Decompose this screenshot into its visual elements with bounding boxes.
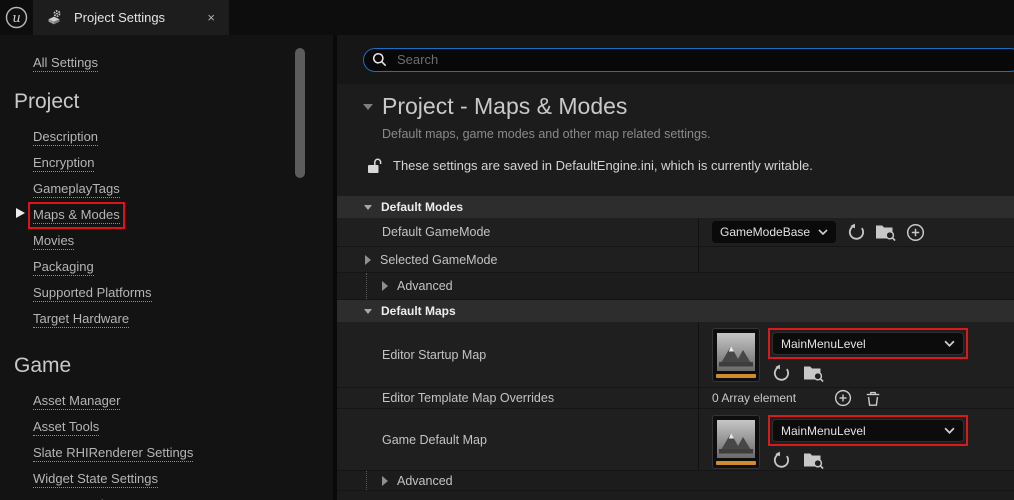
sidebar-item-gameplaytags[interactable]: GameplayTags [33, 180, 333, 206]
page-header: Project - Maps & Modes Default maps, gam… [337, 84, 1014, 196]
svg-text:u: u [12, 11, 20, 26]
details-panel: Project - Maps & Modes Default maps, gam… [337, 84, 1014, 500]
title-bar: u Project Settings × [0, 0, 1014, 35]
editor-startup-map-dropdown[interactable]: MainMenuLevel [772, 332, 964, 355]
sidebar-item-asset-manager[interactable]: Asset Manager [33, 392, 333, 418]
editor-startup-map-label: Editor Startup Map [382, 347, 487, 362]
sidebar-item-slate-rhirenderer-settings[interactable]: Slate RHIRenderer Settings [33, 444, 333, 470]
tab-project-settings[interactable]: Project Settings × [33, 0, 229, 35]
selected-section-arrow-icon [16, 208, 25, 218]
indent-guide [366, 273, 367, 299]
collapse-section-icon [364, 308, 372, 314]
row-advanced-default-maps[interactable]: Advanced [337, 471, 1014, 491]
sidebar-scrollbar[interactable] [295, 48, 305, 178]
add-array-element-icon[interactable] [834, 389, 852, 407]
sidebar-item-all-settings[interactable]: All Settings [33, 55, 99, 72]
game-default-map-label: Game Default Map [382, 432, 487, 447]
chevron-down-icon [944, 427, 955, 434]
game-default-map-dropdown[interactable]: MainMenuLevel [772, 419, 964, 442]
project-settings-window: u Project Settings × All Settings Projec… [0, 0, 1014, 500]
annotation-box-editor-startup-map: MainMenuLevel [768, 328, 968, 359]
tab-close-icon[interactable]: × [203, 9, 219, 26]
search-row [337, 35, 1014, 84]
expand-arrow-icon[interactable] [365, 254, 371, 265]
page-subtitle: Default maps, game modes and other map r… [382, 127, 711, 141]
editor-template-map-overrides-label: Editor Template Map Overrides [382, 391, 555, 405]
collapse-section-icon [364, 204, 372, 210]
page-title: Project - Maps & Modes [382, 93, 628, 119]
tab-title: Project Settings [74, 10, 166, 25]
expand-arrow-icon[interactable] [382, 475, 388, 486]
sidebar-item-zen-streaming[interactable]: Zen Streaming [33, 496, 333, 500]
sidebar-item-maps-and-modes[interactable]: Maps & Modes [16, 202, 333, 232]
unreal-menu-button[interactable]: u [3, 4, 30, 31]
array-element-count: 0 Array element [712, 391, 797, 405]
sidebar-item-packaging[interactable]: Packaging [33, 258, 333, 284]
section-header-default-modes[interactable]: Default Modes [337, 196, 1014, 218]
use-selected-asset-icon[interactable] [771, 364, 790, 383]
unreal-logo-icon: u [5, 6, 28, 29]
selected-gamemode-label: Selected GameMode [380, 252, 498, 267]
browse-to-asset-icon[interactable] [803, 451, 824, 469]
annotation-box-game-default-map: MainMenuLevel [768, 415, 968, 446]
annotation-box-maps-and-modes: Maps & Modes [28, 202, 125, 229]
level-asset-color-bar [716, 461, 756, 465]
section-header-default-maps[interactable]: Default Maps [337, 300, 1014, 322]
sidebar-item-supported-platforms[interactable]: Supported Platforms [33, 284, 333, 310]
default-gamemode-dropdown[interactable]: GameModeBase [712, 221, 836, 243]
sidebar-heading-project: Project [14, 90, 80, 113]
search-icon [372, 52, 386, 66]
default-gamemode-label: Default GameMode [382, 225, 491, 239]
expand-arrow-icon[interactable] [382, 281, 388, 291]
use-selected-asset-icon[interactable] [771, 451, 790, 470]
config-writable-notice: These settings are saved in DefaultEngin… [393, 158, 813, 173]
sidebar-item-movies[interactable]: Movies [33, 232, 333, 258]
search-bar[interactable] [363, 47, 1014, 72]
browse-to-asset-icon[interactable] [875, 223, 896, 241]
sidebar-item-encryption[interactable]: Encryption [33, 154, 333, 180]
map-thumbnail-button[interactable] [712, 328, 760, 382]
row-game-default-map: Game Default Map MainMenuLevel [337, 409, 1014, 471]
add-gamemode-icon[interactable] [906, 223, 925, 242]
browse-to-asset-icon[interactable] [803, 364, 824, 382]
sidebar-item-asset-tools[interactable]: Asset Tools [33, 418, 333, 444]
row-selected-gamemode[interactable]: Selected GameMode [337, 247, 1014, 273]
chevron-down-icon [944, 340, 955, 347]
use-selected-asset-icon[interactable] [846, 223, 865, 242]
level-asset-color-bar [716, 374, 756, 378]
row-advanced-default-modes[interactable]: Advanced [337, 273, 1014, 300]
delete-array-elements-icon[interactable] [865, 390, 881, 407]
row-default-gamemode: Default GameMode GameModeBase [337, 218, 1014, 247]
collapse-title-icon[interactable] [363, 103, 373, 110]
settings-sidebar: All Settings Project Description Encrypt… [0, 35, 337, 500]
sidebar-item-target-hardware[interactable]: Target Hardware [33, 310, 333, 336]
sidebar-item-widget-state-settings[interactable]: Widget State Settings [33, 470, 333, 496]
search-input[interactable] [395, 51, 1014, 68]
sidebar-heading-game: Game [14, 354, 72, 377]
panel-filler [337, 491, 1014, 500]
map-thumbnail-button[interactable] [712, 415, 760, 469]
sidebar-item-description[interactable]: Description [33, 128, 333, 154]
settings-main-panel: Project - Maps & Modes Default maps, gam… [337, 35, 1014, 500]
project-settings-icon [48, 10, 61, 25]
row-editor-template-map-overrides: Editor Template Map Overrides 0 Array el… [337, 388, 1014, 409]
indent-guide [366, 471, 367, 490]
map-thumbnail-image [717, 333, 755, 371]
chevron-down-icon [818, 229, 828, 235]
map-thumbnail-image [717, 420, 755, 458]
unlocked-icon [368, 158, 382, 173]
row-editor-startup-map: Editor Startup Map MainMenuLevel [337, 322, 1014, 388]
